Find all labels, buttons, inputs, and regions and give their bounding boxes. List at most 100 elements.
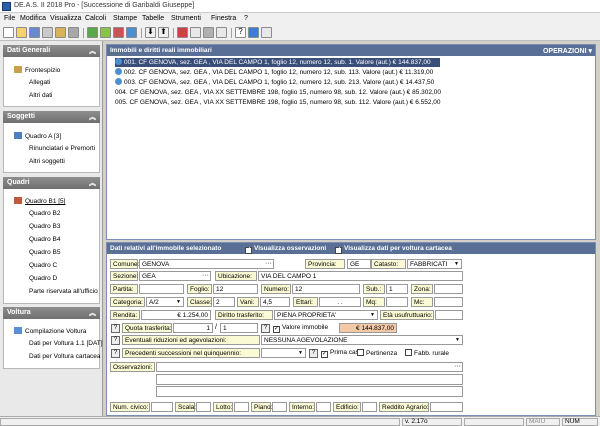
riduzioni-select[interactable]: NESSUNA AGEVOLAZIONE ▼ xyxy=(261,335,463,345)
move-up-icon[interactable]: ⬆ xyxy=(158,27,169,38)
section-header-quadri[interactable]: Quadri ︽ xyxy=(3,177,100,189)
mq-field[interactable] xyxy=(386,297,408,307)
chevron-down-icon[interactable]: ▼ xyxy=(369,312,376,319)
menu-visualizza[interactable]: Visualizza xyxy=(50,15,81,22)
document-icon[interactable] xyxy=(216,27,227,38)
list-item[interactable]: 001. CF GENOVA, sez. GEA , VIA DEL CAMPO… xyxy=(115,58,440,67)
partita-field[interactable] xyxy=(139,284,184,294)
list-item[interactable]: 002. CF GENOVA, sez. GEA , VIA DEL CAMPO… xyxy=(115,68,433,77)
list-item[interactable]: 003. CF GENOVA, sez. GEA , VIA DEL CAMPO… xyxy=(115,78,434,87)
piano-field[interactable] xyxy=(272,402,287,412)
prima-casa-help-icon[interactable]: ? xyxy=(309,349,318,358)
catasto-select[interactable]: FABBRICATI ▼ xyxy=(407,259,462,269)
chevron-down-icon[interactable]: ▼ xyxy=(175,299,182,306)
form-icon[interactable] xyxy=(190,27,201,38)
chevron-down-icon[interactable]: ▼ xyxy=(453,261,460,268)
visualizza-voltura-checkbox[interactable]: ✓ Visualizza dati per voltura cartacea xyxy=(335,245,452,254)
fabb-rurale-checkbox[interactable]: Fabb. rurale xyxy=(405,349,449,357)
sezione-field[interactable]: GEA ··· xyxy=(139,271,211,281)
sidebar-item-parte-riservata[interactable]: Parte riservata all'ufficio xyxy=(29,288,98,295)
more-icon[interactable]: ··· xyxy=(202,272,209,279)
numero-field[interactable]: 12 xyxy=(292,284,360,294)
sidebar-item-dati-voltura-dat[interactable]: Dati per Voltura 1.1 [DAT] xyxy=(29,340,103,347)
section-header-soggetti[interactable]: Soggetti ︽ xyxy=(3,111,100,123)
mc-field[interactable] xyxy=(434,297,463,307)
classe-field[interactable]: 2 xyxy=(213,297,235,307)
menu-stampe[interactable]: Stampe xyxy=(113,15,137,22)
osservazioni-line-2[interactable] xyxy=(156,374,463,385)
lotto-field[interactable] xyxy=(234,402,249,412)
riduzioni-help-icon[interactable]: ? xyxy=(111,336,120,345)
quota-help-icon[interactable]: ? xyxy=(111,324,120,333)
menu-finestra[interactable]: Finestra xyxy=(211,15,236,22)
sidebar-item-altri-soggetti[interactable]: Altri soggetti xyxy=(29,158,65,165)
precedenti-select[interactable]: ▼ xyxy=(261,348,306,358)
new-file-icon[interactable] xyxy=(3,27,14,38)
comune-field[interactable]: GENOVA ··· xyxy=(139,259,274,269)
sidebar-item-frontespizio[interactable]: Frontespizio xyxy=(14,66,60,74)
foglio-field[interactable]: 12 xyxy=(213,284,258,294)
chevron-up-icon[interactable]: ︽ xyxy=(89,112,96,122)
sidebar-item-allegati[interactable]: Allegati xyxy=(29,79,50,86)
categoria-select[interactable]: A/2 ▼ xyxy=(146,297,184,307)
pertinenza-checkbox[interactable]: Pertinenza xyxy=(357,349,397,357)
quota-denominatore-field[interactable]: 1 xyxy=(220,323,258,333)
interno-field[interactable] xyxy=(316,402,331,412)
sidebar-item-quadro-b1[interactable]: Quadro B1 [5] xyxy=(14,197,65,205)
zona-field[interactable] xyxy=(434,284,463,294)
menu-calcoli[interactable]: Calcoli xyxy=(85,15,106,22)
print-icon[interactable] xyxy=(42,27,53,38)
sidebar-item-compilazione-voltura[interactable]: Compilazione Voltura xyxy=(14,327,86,335)
diritto-select[interactable]: PIENA PROPRIETA' ▼ xyxy=(274,310,378,320)
ettari-field[interactable]: . . xyxy=(319,297,361,307)
sidebar-item-quadro-b4[interactable]: Quadro B4 xyxy=(29,236,60,243)
copy-icon[interactable] xyxy=(68,27,79,38)
list-item[interactable]: 004. CF GENOVA, sez. GEA , VIA XX SETTEM… xyxy=(115,88,441,97)
edificio-field[interactable] xyxy=(362,402,377,412)
import-icon[interactable] xyxy=(100,27,111,38)
usufruttuario-field[interactable] xyxy=(435,310,463,320)
menu-file[interactable]: File xyxy=(4,15,15,22)
ubicazione-field[interactable]: VIA DEL CAMPO 1 xyxy=(258,271,463,281)
calculator-icon[interactable] xyxy=(203,27,214,38)
sidebar-item-quadro-c[interactable]: Quadro C xyxy=(29,262,57,269)
support-icon[interactable] xyxy=(248,27,259,38)
sidebar-item-quadro-b3[interactable]: Quadro B3 xyxy=(29,223,60,230)
list-item[interactable]: 005. CF GENOVA, sez. GEA , VIA XX SETTEM… xyxy=(115,98,441,107)
chevron-up-icon[interactable]: ︽ xyxy=(89,46,96,56)
menu-help[interactable]: ? xyxy=(244,15,248,22)
osservazioni-field[interactable]: ··· xyxy=(156,362,463,372)
pdf-icon[interactable] xyxy=(177,27,188,38)
osservazioni-line-3[interactable] xyxy=(156,386,463,397)
sidebar-item-dati-voltura-cartacea[interactable]: Dati per Voltura cartacea xyxy=(29,353,101,360)
sidebar-item-rinunciatari[interactable]: Rinunciatari e Premorti xyxy=(29,145,95,152)
menu-modifica[interactable]: Modifica xyxy=(20,15,46,22)
more-icon[interactable]: ··· xyxy=(265,260,272,267)
provincia-field[interactable]: GE xyxy=(347,259,371,269)
grid-icon[interactable] xyxy=(261,27,272,38)
menu-strumenti[interactable]: Strumenti xyxy=(171,15,201,22)
open-folder-icon[interactable] xyxy=(16,27,27,38)
sidebar-item-altri-dati[interactable]: Altri dati xyxy=(29,92,52,99)
valore-immobile-checkbox[interactable]: ✓ Valore immobile xyxy=(273,324,328,333)
sub-field[interactable]: 1 xyxy=(386,284,408,294)
sidebar-item-quadro-b2[interactable]: Quadro B2 xyxy=(29,210,60,217)
reddito-agrario-field[interactable] xyxy=(430,402,463,412)
section-header-voltura[interactable]: Voltura ︽ xyxy=(3,307,100,319)
delete-icon[interactable] xyxy=(113,27,124,38)
sidebar-item-quadro-a[interactable]: Quadro A [3] xyxy=(14,132,61,140)
visualizza-osservazioni-checkbox[interactable]: ✓ Visualizza osservazioni xyxy=(245,245,326,254)
chevron-down-icon[interactable]: ▼ xyxy=(454,337,461,344)
section-header-dati-generali[interactable]: Dati Generali ︽ xyxy=(3,45,100,57)
sidebar-item-quadro-d[interactable]: Quadro D xyxy=(29,275,57,282)
operazioni-button[interactable]: OPERAZIONI ▾ xyxy=(543,47,592,55)
archive-icon[interactable] xyxy=(55,27,66,38)
chevron-up-icon[interactable]: ︽ xyxy=(89,308,96,318)
num-civico-field[interactable] xyxy=(151,402,173,412)
sidebar-item-quadro-b5[interactable]: Quadro B5 xyxy=(29,249,60,256)
export-icon[interactable] xyxy=(126,27,137,38)
quota-numeratore-field[interactable]: 1 xyxy=(173,323,213,333)
valore-help-icon[interactable]: ? xyxy=(261,324,270,333)
add-icon[interactable] xyxy=(87,27,98,38)
chevron-down-icon[interactable]: ▼ xyxy=(297,350,304,357)
